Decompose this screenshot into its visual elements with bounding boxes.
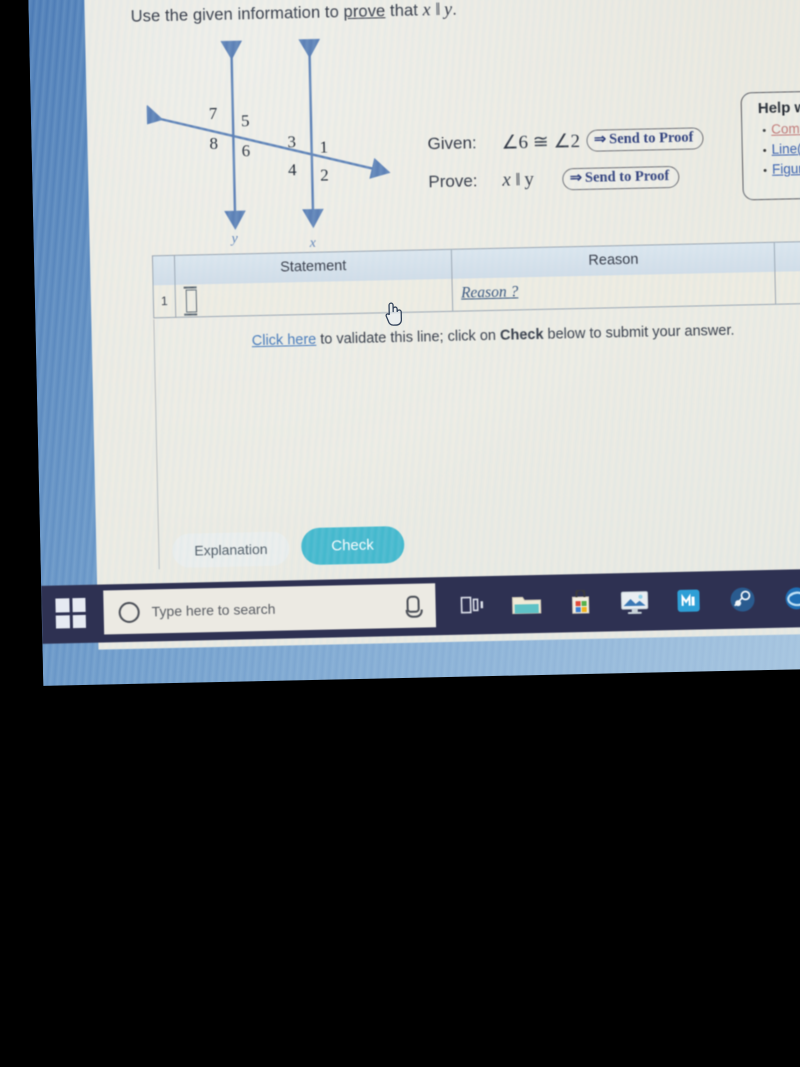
bullet-icon: • [763, 164, 768, 178]
prompt-var-x: x [422, 0, 431, 20]
reason-link[interactable]: Reason ? [461, 283, 519, 302]
help-panel: Help wit •Commo •Line(s) ̲ •Figures [740, 88, 800, 201]
table-header-number [152, 255, 176, 286]
send-to-proof-given-button[interactable]: ⇒ Send to Proof [585, 127, 704, 152]
send-to-proof-label: Send to Proof [584, 168, 670, 186]
angle-label-8: 8 [209, 133, 219, 154]
taskbar-search-box[interactable]: Type here to search [103, 583, 437, 635]
geometry-figure: 7 5 8 6 3 1 4 2 y x [145, 36, 410, 262]
given-prove-block: Given: ∠6 ≅ ∠2 ⇒ Send to Proof Prove: x … [427, 119, 705, 201]
check-button[interactable]: Check [300, 525, 405, 566]
statement-input-cell[interactable] [175, 278, 454, 317]
microphone-icon[interactable] [406, 595, 420, 613]
prove-statement: x ‖ y [502, 169, 534, 192]
bullet-icon: • [762, 144, 767, 158]
browser-page: Use the given information to prove that … [83, 0, 800, 650]
given-statement: ∠6 ≅ ∠2 [501, 130, 581, 154]
figure-svg [145, 38, 391, 230]
bullet-icon: • [762, 124, 767, 138]
given-row: Given: ∠6 ≅ ∠2 ⇒ Send to Proof [427, 119, 704, 163]
task-view-icon[interactable] [445, 576, 500, 635]
prompt-text-end: . [452, 0, 458, 19]
maxthon-browser-icon[interactable] [661, 571, 716, 630]
explanation-button[interactable]: Explanation [171, 531, 290, 568]
taskbar-icon-group [445, 569, 800, 635]
prove-row: Prove: x ‖ y ⇒ Send to Proof [428, 157, 705, 201]
angle-label-7: 7 [208, 103, 218, 124]
help-link-common[interactable]: • Commo [762, 118, 800, 137]
angle-label-2: 2 [319, 165, 329, 185]
help-link-figures[interactable]: • Figures [763, 158, 800, 177]
internet-explorer-icon[interactable] [769, 569, 800, 628]
help-panel-title: Help wit [757, 98, 800, 118]
reason-cell[interactable]: Reason ? [452, 271, 777, 311]
prove-label: Prove: [428, 171, 478, 192]
prompt-text-mid: that [385, 1, 423, 21]
search-placeholder: Type here to search [151, 600, 276, 620]
figure-label-y: y [231, 231, 238, 247]
prove-var-x: x [502, 169, 512, 191]
table-header-line[interactable]: Line( [775, 239, 800, 272]
prove-link[interactable]: prove [343, 2, 385, 21]
transversal-line [145, 104, 391, 179]
angle-label-5: 5 [240, 111, 250, 131]
photograph-frame: Use the given information to prove that … [0, 0, 800, 1067]
check-word: Check [499, 326, 544, 344]
prompt-text-pre: Use the given information to [130, 3, 344, 26]
arrow-right-icon: ⇒ [569, 169, 583, 187]
line-x [298, 38, 324, 229]
prove-parallel-symbol: ‖ [515, 169, 520, 190]
line-y [220, 40, 246, 230]
laptop-screen: Use the given information to prove that … [28, 0, 800, 726]
send-to-proof-prove-button[interactable]: ⇒ Send to Proof [561, 165, 680, 191]
help-link-label: Line(s) ̲ [771, 140, 800, 157]
help-link-label: Commo [770, 120, 800, 137]
arrow-right-icon: ⇒ [593, 131, 607, 148]
text-cursor-icon [185, 289, 198, 313]
given-label: Given: [427, 133, 477, 154]
click-here-link[interactable]: Click here [252, 332, 317, 349]
hand-cursor [383, 300, 406, 333]
row-number: 1 [153, 284, 177, 318]
angle-label-4: 4 [287, 160, 297, 180]
angle-label-6: 6 [241, 141, 251, 161]
figure-label-x: x [309, 235, 317, 251]
angle-label-3: 3 [287, 132, 297, 152]
microsoft-store-icon[interactable] [553, 574, 608, 633]
line-cell[interactable] [775, 268, 800, 304]
file-explorer-icon[interactable] [499, 575, 554, 634]
send-to-proof-label: Send to Proof [608, 129, 694, 148]
parallel-symbol: ‖ [435, 0, 440, 20]
cortana-icon[interactable] [118, 601, 140, 623]
question-prompt: Use the given information to prove that … [130, 0, 457, 27]
angle-label-1: 1 [319, 137, 329, 157]
prove-var-y: y [524, 169, 535, 191]
photos-monitor-icon[interactable] [607, 572, 662, 631]
help-link-lines[interactable]: • Line(s) ̲ [763, 138, 800, 157]
start-button-icon[interactable] [55, 597, 87, 629]
help-link-label: Figures [771, 160, 800, 177]
steam-icon[interactable] [715, 570, 770, 629]
